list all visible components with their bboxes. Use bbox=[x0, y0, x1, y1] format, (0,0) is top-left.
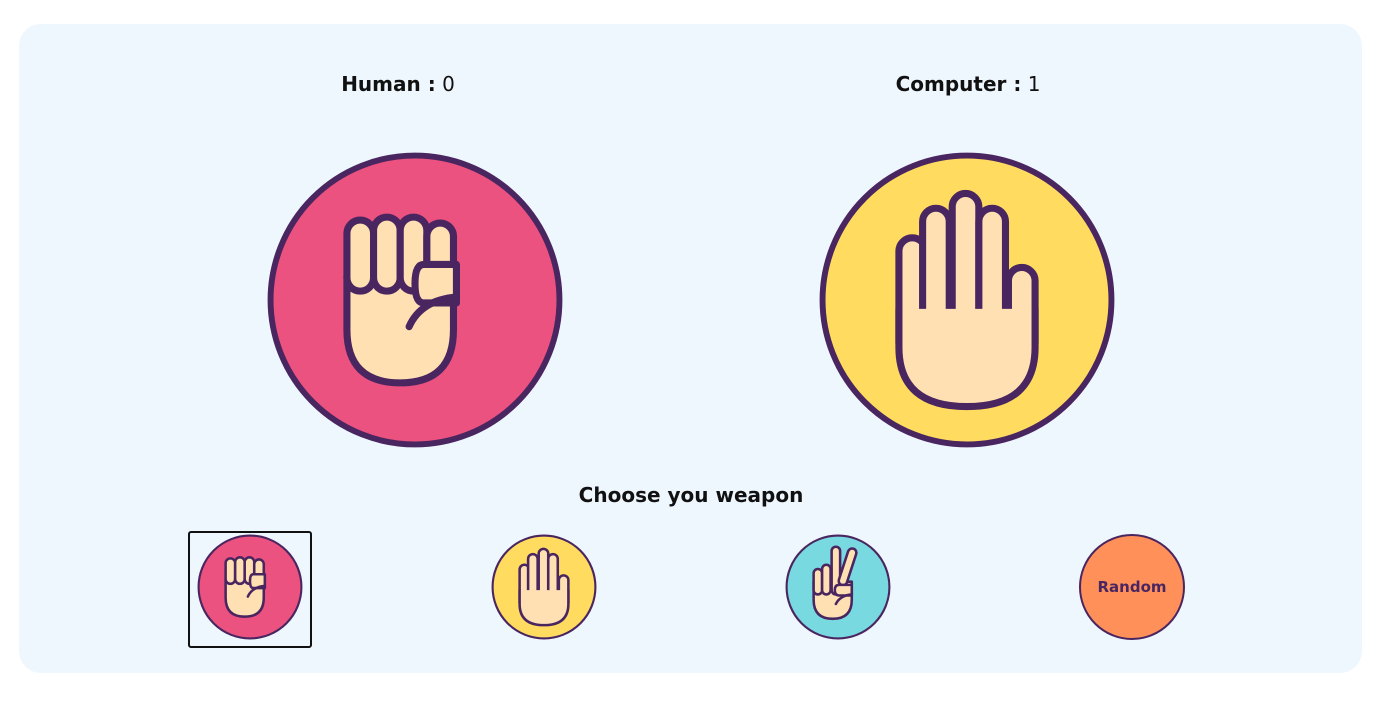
human-score: Human : 0 bbox=[341, 72, 455, 96]
random-label: Random bbox=[1097, 578, 1167, 596]
choose-weapon-heading: Choose you weapon bbox=[578, 483, 804, 507]
rock-button[interactable] bbox=[197, 534, 303, 640]
computer-paper-icon bbox=[819, 152, 1115, 448]
human-rock-icon bbox=[267, 152, 563, 448]
paper-button[interactable] bbox=[491, 534, 597, 640]
scissors-button[interactable] bbox=[785, 534, 891, 640]
computer-score: Computer : 1 bbox=[895, 72, 1041, 96]
random-button[interactable]: Random bbox=[1079, 534, 1185, 640]
